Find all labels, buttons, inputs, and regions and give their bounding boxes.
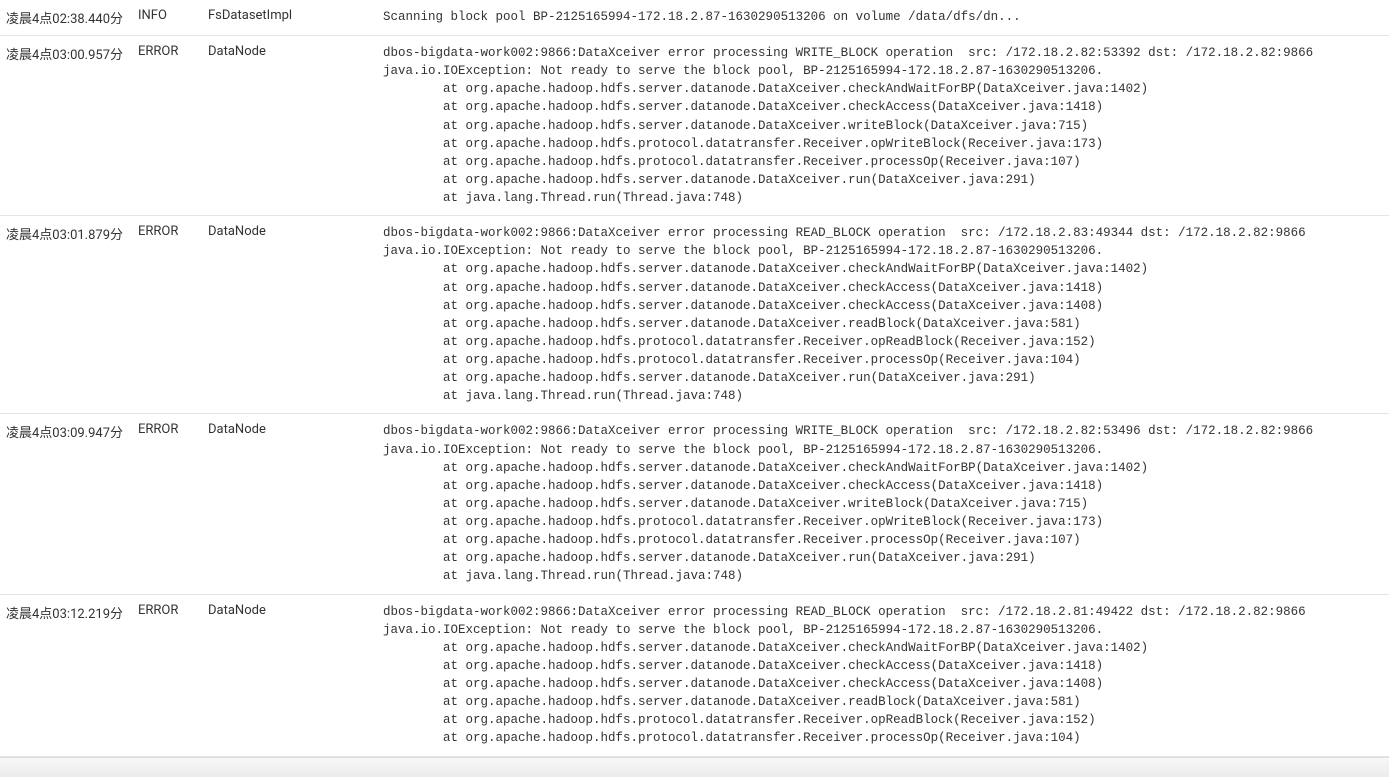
log-message: dbos-bigdata-work002:9866:DataXceiver er…	[377, 36, 1389, 216]
log-message: Scanning block pool BP-2125165994-172.18…	[377, 0, 1389, 36]
log-time: 凌晨4点03:01.879分	[0, 216, 132, 414]
log-source: DataNode	[202, 216, 377, 414]
log-time: 凌晨4点03:12.219分	[0, 594, 132, 756]
footer-bar	[0, 757, 1389, 777]
log-time: 凌晨4点03:09.947分	[0, 414, 132, 594]
log-row[interactable]: 凌晨4点03:00.957分ERRORDataNodedbos-bigdata-…	[0, 36, 1389, 216]
log-source: DataNode	[202, 594, 377, 756]
log-row[interactable]: 凌晨4点03:12.219分ERRORDataNodedbos-bigdata-…	[0, 594, 1389, 756]
log-level: ERROR	[132, 36, 202, 216]
log-level: ERROR	[132, 594, 202, 756]
log-time: 凌晨4点02:38.440分	[0, 0, 132, 36]
log-time: 凌晨4点03:00.957分	[0, 36, 132, 216]
log-message: dbos-bigdata-work002:9866:DataXceiver er…	[377, 216, 1389, 414]
log-message: dbos-bigdata-work002:9866:DataXceiver er…	[377, 594, 1389, 756]
log-table: 凌晨4点02:38.440分INFOFsDatasetImplScanning …	[0, 0, 1389, 757]
log-message: dbos-bigdata-work002:9866:DataXceiver er…	[377, 414, 1389, 594]
log-level: ERROR	[132, 414, 202, 594]
log-row[interactable]: 凌晨4点03:09.947分ERRORDataNodedbos-bigdata-…	[0, 414, 1389, 594]
log-source: DataNode	[202, 36, 377, 216]
log-source: DataNode	[202, 414, 377, 594]
log-row[interactable]: 凌晨4点02:38.440分INFOFsDatasetImplScanning …	[0, 0, 1389, 36]
log-source: FsDatasetImpl	[202, 0, 377, 36]
log-row[interactable]: 凌晨4点03:01.879分ERRORDataNodedbos-bigdata-…	[0, 216, 1389, 414]
log-level: INFO	[132, 0, 202, 36]
log-table-body: 凌晨4点02:38.440分INFOFsDatasetImplScanning …	[0, 0, 1389, 756]
log-level: ERROR	[132, 216, 202, 414]
